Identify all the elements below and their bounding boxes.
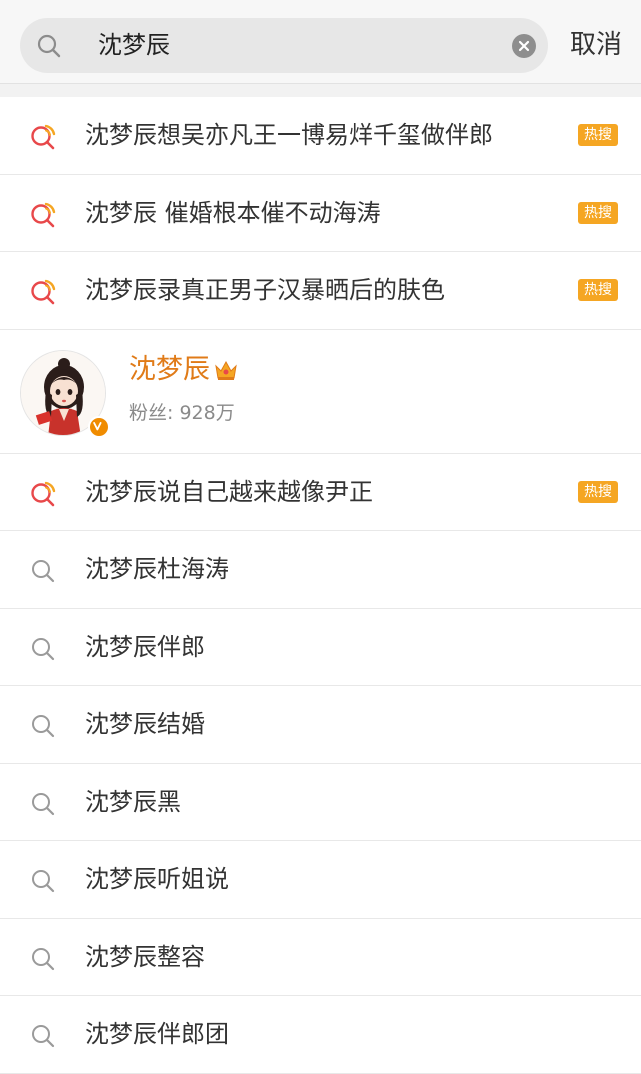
suggestion-label: 沈梦辰想吴亦凡王一博易烊千玺做伴郎 [85, 121, 493, 149]
fans-count: 粉丝: 928万 [129, 398, 235, 428]
clear-icon[interactable] [512, 34, 536, 58]
search-icon [32, 560, 55, 583]
suggestion-label: 沈梦辰黑 [85, 787, 181, 816]
suggestion-label: 沈梦辰录真正男子汉暴晒后的肤色 [85, 276, 445, 304]
suggestion-row[interactable]: 沈梦辰黑 [0, 764, 641, 841]
search-icon [32, 792, 55, 815]
search-icon [37, 34, 61, 58]
hot-badge: 热搜 [578, 279, 618, 301]
hot-badge: 热搜 [578, 480, 618, 503]
fans-value: 928万 [179, 401, 235, 424]
suggestion-row[interactable]: 沈梦辰杜海涛 [0, 531, 641, 609]
verified-icon [88, 415, 110, 438]
crown-icon [215, 360, 237, 380]
suggestion-label: 沈梦辰听姐说 [85, 865, 229, 893]
suggestion-list: 沈梦辰想吴亦凡王一博易烊千玺做伴郎 热搜 沈梦辰 催婚根本催不动海涛 热搜 沈梦… [0, 97, 641, 1074]
suggestion-row[interactable]: 沈梦辰结婚 [0, 686, 641, 764]
hot-search-icon [31, 279, 56, 305]
suggestion-label: 沈梦辰杜海涛 [85, 555, 229, 583]
hot-badge: 热搜 [578, 124, 618, 146]
hot-search-icon [31, 202, 56, 227]
suggestion-row[interactable]: 沈梦辰想吴亦凡王一博易烊千玺做伴郎 热搜 [0, 97, 641, 175]
hot-badge: 热搜 [578, 201, 618, 224]
hot-search-icon [31, 124, 56, 150]
suggestion-label: 沈梦辰 催婚根本催不动海涛 [85, 198, 381, 227]
suggestion-row[interactable]: 沈梦辰伴郎 [0, 609, 641, 686]
suggestion-row[interactable]: 沈梦辰说自己越来越像尹正 热搜 [0, 454, 641, 531]
search-icon [32, 870, 55, 893]
search-icon [32, 637, 55, 660]
search-icon [32, 715, 55, 738]
suggestion-row[interactable]: 沈梦辰整容 [0, 919, 641, 996]
suggestion-row[interactable]: 沈梦辰听姐说 [0, 841, 641, 919]
suggestion-label: 沈梦辰结婚 [85, 710, 205, 738]
suggestion-row[interactable]: 沈梦辰伴郎团 [0, 996, 641, 1074]
suggestion-label: 沈梦辰伴郎团 [85, 1020, 229, 1048]
search-box[interactable]: 沈梦辰 [20, 18, 548, 73]
fans-label: 粉丝: [129, 401, 174, 424]
section-gap [0, 84, 641, 97]
suggestion-row[interactable]: 沈梦辰 催婚根本催不动海涛 热搜 [0, 175, 641, 252]
user-card[interactable]: 沈梦辰 粉丝: 928万 [0, 330, 641, 454]
top-bar: 沈梦辰 取消 [0, 0, 641, 84]
suggestion-row[interactable]: 沈梦辰录真正男子汉暴晒后的肤色 热搜 [0, 252, 641, 330]
search-input[interactable]: 沈梦辰 [98, 18, 170, 73]
user-name[interactable]: 沈梦辰 [129, 350, 210, 390]
cancel-button[interactable]: 取消 [570, 0, 622, 90]
suggestion-label: 沈梦辰伴郎 [85, 632, 205, 661]
search-icon [32, 1025, 55, 1048]
hot-search-icon [31, 481, 56, 506]
suggestion-label: 沈梦辰说自己越来越像尹正 [85, 477, 373, 506]
suggestion-label: 沈梦辰整容 [85, 942, 205, 971]
search-icon [32, 947, 55, 970]
